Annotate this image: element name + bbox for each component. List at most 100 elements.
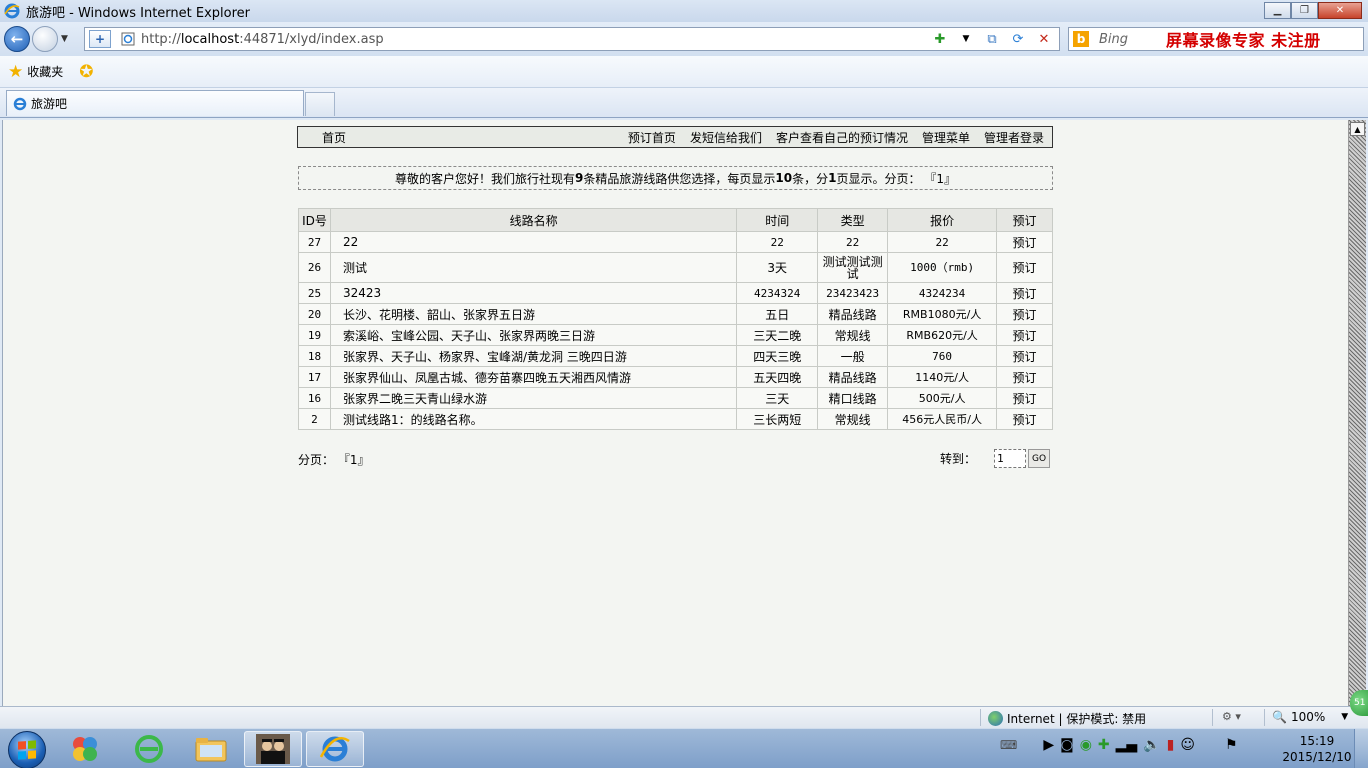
book-link[interactable]: 预订 bbox=[996, 252, 1053, 283]
row-name: 32423 bbox=[329, 282, 738, 304]
zoom-control[interactable]: 🔍 100% ▼ bbox=[1272, 710, 1348, 724]
address-dropdown-icon[interactable]: ▼ bbox=[957, 30, 975, 48]
keyboard-icon[interactable]: ⌨ bbox=[1000, 738, 1017, 752]
book-link[interactable]: 预订 bbox=[996, 345, 1053, 367]
taskbar-explorer[interactable] bbox=[182, 731, 240, 767]
zoom-icon: 🔍 bbox=[1272, 710, 1287, 724]
start-button[interactable] bbox=[8, 731, 46, 768]
row-time: 五日 bbox=[736, 303, 819, 325]
row-name: 张家界二晚三天青山绿水游 bbox=[329, 387, 738, 409]
nav-booking-home-link[interactable]: 预订首页 bbox=[628, 129, 676, 146]
row-type: 精品线路 bbox=[817, 303, 889, 325]
row-id: 25 bbox=[298, 282, 331, 304]
book-link[interactable]: 预订 bbox=[996, 366, 1053, 388]
addon-tray-icon[interactable]: ✚ bbox=[1098, 737, 1110, 753]
taskbar-app-1[interactable] bbox=[56, 731, 114, 767]
zoom-dropdown-icon[interactable]: ▼ bbox=[1341, 712, 1348, 722]
nav-admin-login-link[interactable]: 管理者登录 bbox=[984, 129, 1044, 146]
row-id: 19 bbox=[298, 324, 331, 346]
scroll-up-icon[interactable]: ▲ bbox=[1350, 122, 1365, 136]
restore-button[interactable]: ❐ bbox=[1291, 2, 1318, 19]
row-price: 1140元/人 bbox=[887, 366, 998, 388]
new-tab-button[interactable] bbox=[305, 92, 335, 116]
book-link[interactable]: 预订 bbox=[996, 324, 1053, 346]
compat-page-icon[interactable]: ⧉ bbox=[983, 30, 1001, 48]
row-price: RMB620元/人 bbox=[887, 324, 998, 346]
favorites-button[interactable]: ★ 收藏夹 bbox=[8, 62, 63, 82]
nav-sms-link[interactable]: 发短信给我们 bbox=[690, 129, 762, 146]
go-button[interactable]: GO bbox=[1028, 449, 1051, 468]
forward-button[interactable] bbox=[32, 26, 58, 52]
row-price: 22 bbox=[887, 231, 998, 253]
green-browser-icon bbox=[135, 735, 163, 763]
row-name: 索溪峪、宝峰公园、天子山、张家界两晚三日游 bbox=[329, 324, 738, 346]
url-text[interactable]: http://localhost:44871/xlyd/index.asp bbox=[141, 32, 384, 47]
bing-logo-icon: b bbox=[1073, 31, 1089, 47]
clock[interactable]: 15:19 2015/12/10 bbox=[1282, 733, 1352, 765]
row-name: 张家界仙山、凤凰古城、德夯苗寨四晚五天湘西风情游 bbox=[329, 366, 738, 388]
book-link[interactable]: 预订 bbox=[996, 408, 1053, 430]
signal-icon[interactable]: ▂▄ bbox=[1116, 737, 1138, 753]
table-header-row: ID号 线路名称 时间 类型 报价 预订 bbox=[298, 208, 1053, 232]
table-row: 25 32423 4234324 23423423 4324234 预订 bbox=[298, 282, 1053, 304]
stop-icon[interactable]: ✕ bbox=[1035, 30, 1053, 48]
compatibility-view-icon[interactable]: + bbox=[89, 30, 111, 48]
taskbar-ie[interactable] bbox=[306, 731, 364, 767]
address-bar[interactable]: + http://localhost:44871/xlyd/index.asp … bbox=[84, 27, 1060, 51]
camera-icon[interactable]: ◙ bbox=[1060, 737, 1074, 753]
nav-my-bookings-link[interactable]: 客户查看自己的预订情况 bbox=[776, 129, 908, 146]
book-link[interactable]: 预订 bbox=[996, 303, 1053, 325]
taskbar-app-4[interactable] bbox=[244, 731, 302, 767]
row-name: 长沙、花明楼、韶山、张家界五日游 bbox=[329, 303, 738, 325]
protected-mode-icon[interactable]: ⚙ ▾ bbox=[1222, 710, 1241, 723]
notification-flag-icon[interactable]: ⚑ bbox=[1225, 737, 1238, 753]
show-desktop-button[interactable] bbox=[1354, 729, 1368, 768]
row-time: 三长两短 bbox=[736, 408, 819, 430]
table-row: 27 22 22 22 22 预订 bbox=[298, 231, 1053, 253]
header-time: 时间 bbox=[736, 208, 819, 232]
folder-icon bbox=[195, 738, 227, 762]
tab-label: 旅游吧 bbox=[31, 97, 68, 111]
nav-admin-menu-link[interactable]: 管理菜单 bbox=[922, 129, 970, 146]
book-link[interactable]: 预订 bbox=[996, 282, 1053, 304]
play-icon[interactable]: ▶ bbox=[1043, 737, 1054, 753]
history-dropdown-icon[interactable]: ▼ bbox=[61, 34, 68, 44]
refresh-icon[interactable]: ⟳ bbox=[1009, 30, 1027, 48]
goto-page-input[interactable] bbox=[994, 449, 1027, 468]
security-zone[interactable]: Internet | 保护模式: 禁用 bbox=[988, 710, 1146, 727]
battery-icon[interactable]: ▮ bbox=[1167, 737, 1175, 753]
close-window-button[interactable]: ✕ bbox=[1318, 2, 1362, 19]
row-id: 18 bbox=[298, 345, 331, 367]
row-type: 常规线 bbox=[817, 324, 889, 346]
star-icon: ★ bbox=[8, 61, 24, 82]
tab-current[interactable]: 旅游吧 bbox=[6, 90, 304, 116]
addon-green-icon[interactable]: ✚ bbox=[931, 30, 949, 48]
navigation-bar: ← ▼ + http://localhost:44871/xlyd/index.… bbox=[0, 22, 1368, 56]
volume-icon[interactable]: 🔈 bbox=[1143, 737, 1160, 753]
vertical-scrollbar[interactable]: ▲ bbox=[1348, 120, 1366, 706]
row-type: 一般 bbox=[817, 345, 889, 367]
row-price: RMB1080元/人 bbox=[887, 303, 998, 325]
row-price: 760 bbox=[887, 345, 998, 367]
graduates-icon bbox=[256, 734, 290, 764]
site-nav: 首页 预订首页 发短信给我们 客户查看自己的预订情况 管理菜单 管理者登录 bbox=[297, 126, 1053, 148]
row-price: 4324234 bbox=[887, 282, 998, 304]
header-price: 报价 bbox=[887, 208, 998, 232]
book-link[interactable]: 预订 bbox=[996, 231, 1053, 253]
book-link[interactable]: 预订 bbox=[996, 387, 1053, 409]
row-type: 精品线路 bbox=[817, 366, 889, 388]
row-price: 1000（rmb) bbox=[887, 252, 998, 283]
minimize-button[interactable]: ▁ bbox=[1264, 2, 1291, 19]
taskbar-app-2[interactable] bbox=[120, 731, 178, 767]
nav-home-link[interactable]: 首页 bbox=[322, 129, 346, 146]
zoom-level: 100% bbox=[1290, 710, 1326, 724]
record-icon[interactable]: ◉ bbox=[1080, 737, 1092, 753]
pager-text[interactable]: 分页： 『1』 bbox=[298, 451, 369, 468]
network-speed-badge[interactable]: 51 bbox=[1350, 690, 1368, 716]
goto-page: 转到： GO bbox=[940, 449, 1051, 468]
search-input[interactable]: Bing bbox=[1099, 32, 1128, 47]
add-favorite-icon[interactable]: ✪ bbox=[79, 62, 93, 82]
avatar-tray-icon[interactable]: ☺ bbox=[1180, 737, 1195, 753]
back-button[interactable]: ← bbox=[4, 26, 30, 52]
window-title: 旅游吧 - Windows Internet Explorer bbox=[26, 5, 250, 21]
